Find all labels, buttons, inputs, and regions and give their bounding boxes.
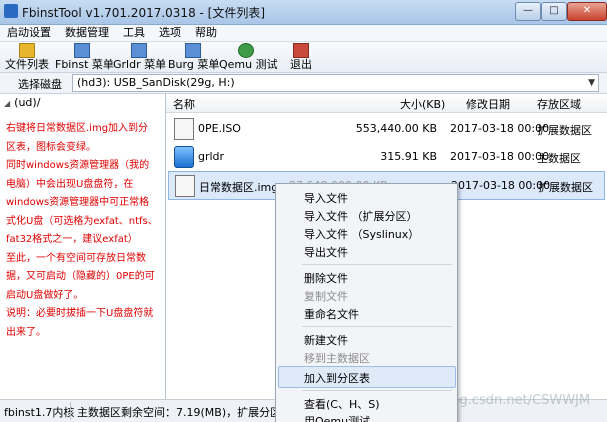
disk-select-value: (hd3): USB_SanDisk(29g, H:): [77, 76, 235, 89]
ctx-import-file-extended[interactable]: 导入文件 （扩展分区）: [304, 208, 418, 224]
ctx-qemu-test[interactable]: 用Qemu测试: [304, 413, 370, 422]
status-version: fbinst1.7内核: [4, 406, 75, 419]
disk-select[interactable]: (hd3): USB_SanDisk(29g, H:) ▼: [72, 74, 599, 92]
image-file-icon: [175, 175, 195, 197]
ctx-export-file[interactable]: 导出文件: [304, 244, 348, 260]
note-line: 说明：必要时拔插一下U盘盘符就出来了。: [6, 308, 154, 338]
status-divider: [70, 402, 71, 420]
context-menu: 导入文件 导入文件 （扩展分区） 导入文件 （Syslinux） 导出文件 删除…: [275, 183, 458, 422]
qemu-test-button[interactable]: Qemu 测试: [219, 43, 278, 71]
note-line: 右键将日常数据区.img加入到分区表，图标会变绿。: [6, 123, 149, 153]
document-icon: [74, 43, 90, 58]
file-name: 0PE.ISO: [198, 122, 241, 135]
burg-menu-button[interactable]: Burg 菜单: [168, 43, 219, 71]
minimize-button[interactable]: —: [515, 2, 541, 21]
menu-tools[interactable]: 工具: [116, 25, 152, 41]
file-name: 日常数据区.img: [199, 181, 279, 194]
ctx-move-to-main: 移到主数据区: [304, 352, 370, 365]
ctx-copy-file: 复制文件: [304, 290, 348, 303]
list-header: 名称 大小(KB) 修改日期 存放区域: [166, 94, 607, 113]
expand-triangle-icon[interactable]: ◢: [4, 99, 10, 108]
ctx-rename-file[interactable]: 重命名文件: [304, 306, 359, 322]
file-area: 扩展数据区: [537, 124, 592, 137]
instruction-note: 右键将日常数据区.img加入到分区表，图标会变绿。 同时windows资源管理器…: [6, 120, 158, 342]
column-header-name[interactable]: 名称: [173, 96, 195, 112]
menu-help[interactable]: 帮助: [188, 25, 224, 41]
disk-selector-bar: 选择磁盘 (hd3): USB_SanDisk(29g, H:) ▼: [0, 73, 607, 94]
table-row[interactable]: 0PE.ISO 553,440.00 KB 2017-03-18 00:00 扩…: [168, 115, 603, 142]
window-title: FbinstTool v1.701.2017.0318 - [文件列表]: [22, 6, 266, 20]
qemu-icon: [238, 43, 254, 58]
table-row[interactable]: grldr 315.91 KB 2017-03-18 00:00 主数据区: [168, 143, 603, 170]
exit-button[interactable]: 退出: [284, 43, 318, 71]
note-line: 同时windows资源管理器（我的电脑）中会出现U盘盘符，在windows资源管…: [6, 160, 158, 245]
column-header-date[interactable]: 修改日期: [466, 96, 510, 112]
file-size: 553,440.00 KB: [355, 122, 437, 135]
chevron-down-icon[interactable]: ▼: [588, 75, 595, 91]
file-date: 2017-03-18 00:00: [450, 150, 550, 163]
menu-options[interactable]: 选项: [152, 25, 188, 41]
menu-separator: [302, 390, 452, 391]
column-header-size[interactable]: 大小(KB): [400, 96, 445, 112]
exit-icon: [293, 43, 309, 58]
maximize-button[interactable]: □: [541, 2, 567, 21]
file-date: 2017-03-18 00:00: [451, 179, 551, 192]
menu-boot-settings[interactable]: 启动设置: [0, 25, 58, 41]
tree-root-item[interactable]: ◢ (ud)/: [4, 96, 40, 109]
folder-icon: [19, 43, 35, 58]
title-bar[interactable]: FbinstTool v1.701.2017.0318 - [文件列表] — □…: [0, 0, 607, 25]
file-name: grldr: [198, 150, 225, 163]
document-icon: [131, 43, 147, 58]
fbinst-menu-button[interactable]: Fbinst 菜单: [55, 43, 114, 71]
tree-root-label: (ud)/: [14, 96, 41, 109]
menu-separator: [302, 264, 452, 265]
menu-bar: 启动设置 数据管理 工具 选项 帮助: [0, 25, 607, 42]
close-button[interactable]: ✕: [567, 2, 607, 21]
document-icon: [185, 43, 201, 58]
ctx-add-to-partition-table[interactable]: 加入到分区表: [304, 370, 370, 386]
file-area: 扩展数据区: [538, 181, 593, 194]
file-list-button[interactable]: 文件列表: [4, 43, 50, 71]
ctx-view-chs[interactable]: 查看(C、H、S): [304, 396, 380, 412]
file-area: 主数据区: [537, 152, 581, 165]
ctx-delete-file[interactable]: 删除文件: [304, 270, 348, 286]
disk-label: 选择磁盘: [18, 78, 62, 91]
app-icon: [4, 4, 18, 18]
grldr-menu-button[interactable]: Grldr 菜单: [113, 43, 166, 71]
ctx-import-file[interactable]: 导入文件: [304, 190, 348, 206]
app-window: FbinstTool v1.701.2017.0318 - [文件列表] — □…: [0, 0, 607, 422]
file-size: 315.91 KB: [380, 150, 437, 163]
menu-separator: [302, 326, 452, 327]
menu-data-management[interactable]: 数据管理: [58, 25, 116, 41]
ctx-new-file[interactable]: 新建文件: [304, 332, 348, 348]
iso-file-icon: [174, 118, 194, 140]
ctx-import-file-syslinux[interactable]: 导入文件 （Syslinux）: [304, 226, 419, 242]
column-header-area[interactable]: 存放区域: [537, 96, 581, 112]
note-line: 至此，一个有空间可存放日常数据，又可启动（隐藏的）0PE的可启动U盘做好了。: [6, 252, 155, 301]
toolbar: 文件列表 Fbinst 菜单 Grldr 菜单 Burg 菜单 Qemu 测试 …: [0, 42, 607, 73]
grub-file-icon: [174, 146, 194, 168]
folder-tree: ◢ (ud)/ 右键将日常数据区.img加入到分区表，图标会变绿。 同时windo…: [0, 94, 166, 399]
file-date: 2017-03-18 00:00: [450, 122, 550, 135]
